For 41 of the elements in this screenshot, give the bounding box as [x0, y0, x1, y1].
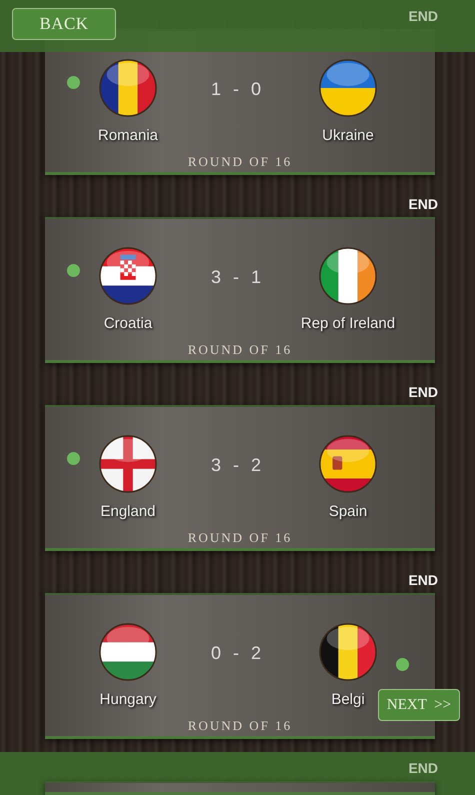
score-away: 0	[251, 78, 262, 101]
round-label: ROUND OF 16	[188, 342, 292, 356]
score-separator: -	[233, 266, 239, 289]
flag-icon	[319, 435, 377, 493]
flag-icon	[99, 623, 157, 681]
score-home: 3	[210, 454, 221, 477]
round-label: ROUND OF 16	[188, 154, 292, 168]
score-separator: -	[233, 642, 239, 665]
flag-icon	[319, 623, 377, 681]
score-away: 2	[251, 642, 262, 665]
team-name: England	[100, 502, 156, 522]
score-home: 3	[210, 266, 221, 289]
flag-icon	[319, 247, 377, 305]
team-name: Croatia	[104, 314, 152, 334]
score-separator: -	[233, 78, 239, 101]
next-button[interactable]: NEXT >>	[378, 689, 460, 721]
round-label: ROUND OF 16	[188, 530, 292, 544]
status-label: END	[408, 6, 438, 26]
team-name: Ukraine	[322, 126, 374, 146]
team-name: Romania	[98, 126, 158, 146]
status-label: END	[408, 194, 438, 214]
status-label: END	[408, 382, 438, 402]
team-name: Belgi	[331, 690, 365, 710]
flag-icon	[99, 247, 157, 305]
status-label: END	[408, 570, 438, 590]
status-label: END	[408, 758, 438, 778]
round-label: ROUND OF 16	[188, 718, 292, 732]
team-name: Hungary	[100, 690, 156, 710]
match-card[interactable]: Croatia 3 - 1 Rep of Ireland ROUND OF 16	[45, 217, 435, 363]
team-name: Spain	[328, 502, 368, 522]
team-name: Rep of Ireland	[300, 314, 396, 334]
score-home: 1	[210, 78, 221, 101]
score-home: 0	[210, 642, 221, 665]
match-card[interactable]: England 3 - 2 Spain ROUND OF 16	[45, 405, 435, 551]
score-away: 2	[251, 454, 262, 477]
score-separator: -	[233, 454, 239, 477]
back-button[interactable]: BACK	[12, 8, 116, 40]
score-away: 1	[251, 266, 262, 289]
flag-icon	[99, 59, 157, 117]
flag-icon	[319, 59, 377, 117]
match-card[interactable]	[45, 781, 435, 795]
